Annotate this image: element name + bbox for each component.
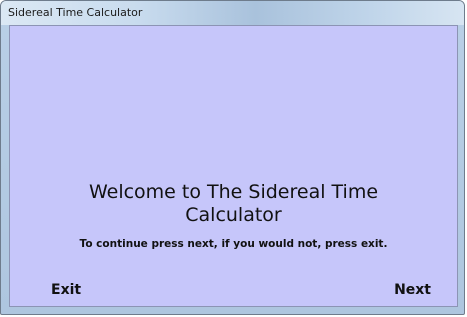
exit-button[interactable]: Exit bbox=[51, 282, 81, 298]
next-button[interactable]: Next bbox=[394, 282, 431, 298]
content-panel: Welcome to The Sidereal Time Calculator … bbox=[9, 25, 458, 307]
app-window: Sidereal Time Calculator Welcome to The … bbox=[0, 0, 465, 315]
welcome-line-1: Welcome to The Sidereal Time bbox=[88, 181, 379, 203]
welcome-heading: Welcome to The Sidereal Time Calculator bbox=[10, 181, 457, 227]
instructions-text: To continue press next, if you would not… bbox=[79, 238, 388, 250]
window-title: Sidereal Time Calculator bbox=[8, 6, 143, 19]
title-bar[interactable]: Sidereal Time Calculator bbox=[1, 1, 464, 25]
welcome-line-2: Calculator bbox=[185, 204, 282, 226]
